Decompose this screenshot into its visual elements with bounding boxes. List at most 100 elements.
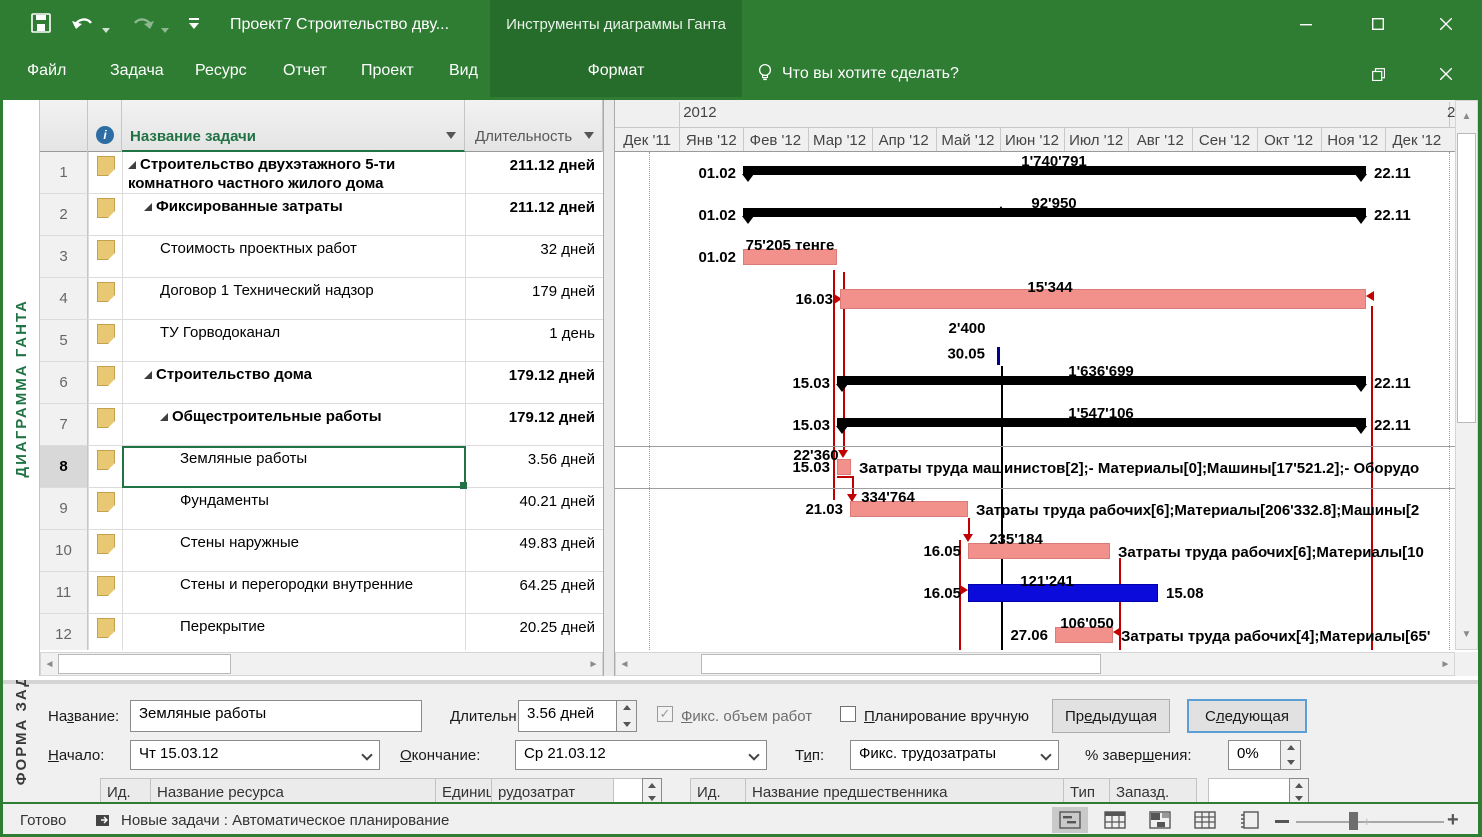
maximize-button[interactable] — [1356, 4, 1400, 44]
task-duration-cell[interactable]: 20.25 дней — [465, 614, 595, 650]
note-indicator-icon[interactable] — [97, 450, 115, 470]
indicator-column-header[interactable]: i — [88, 100, 122, 152]
note-indicator-icon[interactable] — [97, 618, 115, 638]
team-planner-icon[interactable] — [1142, 807, 1178, 833]
corner-header-cell[interactable] — [40, 100, 88, 152]
scroll-left-icon[interactable]: ◄ — [616, 653, 633, 675]
note-indicator-icon[interactable] — [97, 408, 115, 428]
note-indicator-icon[interactable] — [97, 156, 115, 176]
active-view-bar[interactable]: ДИАГРАММА ГАНТА — [3, 100, 40, 676]
resource-sheet-icon[interactable] — [1187, 807, 1223, 833]
note-indicator-icon[interactable] — [97, 534, 115, 554]
task-duration-cell[interactable]: 32 дней — [465, 236, 595, 278]
task-name-cell[interactable]: Фундаменты — [180, 488, 462, 530]
row-number[interactable]: 8 — [40, 446, 88, 488]
milestone-marker[interactable] — [997, 347, 1000, 365]
task-bar[interactable] — [840, 289, 1366, 309]
task-name-input[interactable]: Земляные работы — [130, 700, 422, 732]
tab-task[interactable]: Задача — [110, 62, 164, 80]
customize-quick-access-icon[interactable] — [188, 17, 200, 35]
undo-icon[interactable] — [70, 13, 96, 40]
tab-report[interactable]: Отчет — [283, 62, 327, 80]
task-name-cell[interactable]: Фиксированные затраты — [144, 194, 462, 236]
month-label[interactable]: Янв '12 — [679, 128, 743, 151]
chart-hscrollbar[interactable]: ◄ ► — [615, 652, 1455, 676]
task-duration-cell[interactable]: 211.12 дней — [465, 152, 595, 194]
chart-vscroll-thumb[interactable] — [1457, 133, 1476, 423]
scroll-left-icon[interactable]: ◄ — [41, 653, 58, 675]
row-number[interactable]: 5 — [40, 320, 88, 362]
tab-project[interactable]: Проект — [361, 62, 414, 80]
undo-dropdown-icon[interactable] — [101, 21, 111, 39]
row-number[interactable]: 2 — [40, 194, 88, 236]
note-indicator-icon[interactable] — [97, 282, 115, 302]
next-button[interactable]: Сл едующая — [1187, 699, 1307, 733]
task-type-combo[interactable]: Фикс. трудозатраты — [850, 740, 1059, 770]
new-tasks-mode[interactable]: Новые задачи : Автоматическое планирован… — [121, 812, 449, 829]
zoom-out-icon[interactable] — [1275, 820, 1289, 823]
task-duration-cell[interactable]: 179.12 дней — [465, 404, 595, 446]
duration-spinner[interactable] — [616, 700, 637, 732]
row-number[interactable]: 4 — [40, 278, 88, 320]
task-duration-cell[interactable]: 40.21 дней — [465, 488, 595, 530]
task-name-cell[interactable]: Перекрытие — [180, 614, 462, 650]
task-duration-cell[interactable]: 64.25 дней — [465, 572, 595, 614]
report-icon[interactable] — [1232, 807, 1268, 833]
filter-dropdown-icon[interactable] — [584, 132, 594, 139]
task-name-cell[interactable]: Общестроительные работы — [160, 404, 462, 446]
note-indicator-icon[interactable] — [97, 240, 115, 260]
finish-date-combo[interactable]: Ср 21.03.12 — [515, 740, 767, 770]
task-name-cell[interactable]: Строительство двухэтажного 5-ти комнатно… — [128, 152, 462, 194]
expand-collapse-icon[interactable] — [160, 413, 168, 421]
scroll-right-icon[interactable]: ► — [1437, 653, 1454, 675]
chart-vscrollbar[interactable]: ▲ ▼ — [1455, 100, 1478, 650]
note-indicator-icon[interactable] — [97, 366, 115, 386]
zoom-slider-handle[interactable] — [1349, 812, 1358, 830]
pane-splitter[interactable] — [603, 100, 615, 676]
task-name-cell[interactable]: Стены наружные — [180, 530, 462, 572]
task-name-cell[interactable]: Стоимость проектных работ — [160, 236, 462, 278]
percent-complete-spinner[interactable] — [1280, 740, 1301, 770]
task-duration-cell[interactable]: 179 дней — [465, 278, 595, 320]
task-name-cell[interactable]: Строительство дома — [144, 362, 462, 404]
scroll-down-icon[interactable]: ▼ — [1456, 621, 1477, 647]
task-name-cell[interactable]: Договор 1 Технический надзор — [160, 278, 462, 320]
tell-me-search[interactable]: Что вы хотите сделать? — [782, 65, 959, 83]
gantt-view-icon[interactable] — [1052, 807, 1088, 833]
task-duration-cell[interactable]: 49.83 дней — [465, 530, 595, 572]
task-duration-cell[interactable]: 1 день — [465, 320, 595, 362]
month-label[interactable]: Ноя '12 — [1321, 128, 1385, 151]
task-usage-icon[interactable] — [1097, 807, 1133, 833]
scroll-right-icon[interactable]: ► — [585, 653, 602, 675]
duration-column-header[interactable]: Длительность — [465, 100, 603, 152]
tab-format[interactable]: Формат — [588, 62, 645, 80]
task-duration-cell[interactable]: 3.56 дней — [465, 446, 595, 488]
filter-dropdown-icon[interactable] — [446, 132, 456, 139]
month-label[interactable]: Дек '12 — [1385, 128, 1449, 151]
table-hscroll-thumb[interactable] — [58, 654, 231, 674]
scroll-up-icon[interactable]: ▲ — [1456, 103, 1477, 129]
manual-schedule-checkbox[interactable] — [840, 706, 856, 722]
zoom-in-icon[interactable]: + — [1447, 809, 1459, 832]
row-number[interactable]: 7 — [40, 404, 88, 446]
percent-complete-input[interactable]: 0% — [1228, 740, 1281, 770]
expand-collapse-icon[interactable] — [144, 371, 152, 379]
note-indicator-icon[interactable] — [97, 492, 115, 512]
row-number[interactable]: 11 — [40, 572, 88, 614]
task-name-cell[interactable]: Стены и перегородки внутренние — [180, 572, 462, 614]
row-number[interactable]: 3 — [40, 236, 88, 278]
close-button[interactable] — [1424, 4, 1468, 44]
start-date-combo[interactable]: Чт 15.03.12 — [130, 740, 380, 770]
month-label[interactable]: Июл '12 — [1064, 128, 1128, 151]
task-duration-cell[interactable]: 211.12 дней — [465, 194, 595, 236]
expand-collapse-icon[interactable] — [144, 203, 152, 211]
tab-file[interactable]: Файл — [27, 62, 66, 80]
row-number[interactable]: 1 — [40, 152, 88, 194]
chart-hscroll-thumb[interactable] — [701, 654, 1101, 674]
month-label[interactable]: Окт '12 — [1257, 128, 1321, 151]
gantt-chart[interactable]: 1'740'791 01.02 22.11 92'950 01.02 22.11 75'20… — [615, 152, 1455, 650]
row-number[interactable]: 12 — [40, 614, 88, 650]
duration-input[interactable]: 3.56 дней — [518, 700, 637, 732]
row-number[interactable]: 6 — [40, 362, 88, 404]
table-hscrollbar[interactable]: ◄ ► — [40, 652, 603, 676]
